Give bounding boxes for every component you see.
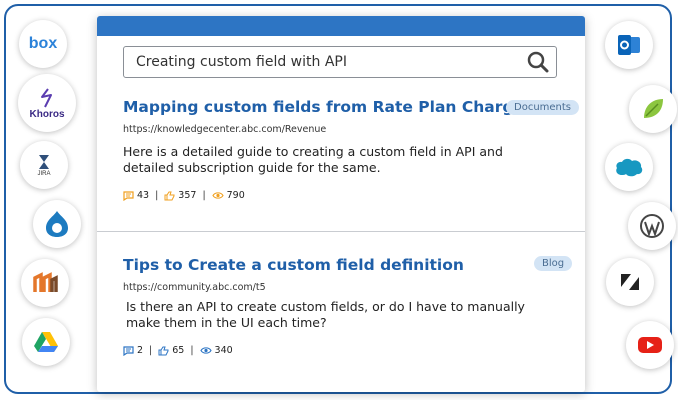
result-description: Here is a detailed guide to creating a c…	[123, 144, 503, 175]
comment-count: 43	[137, 190, 150, 201]
view-count: 340	[214, 345, 233, 356]
outlook-icon[interactable]	[605, 21, 653, 69]
result-stats: 2 | 65 | 340	[123, 345, 573, 356]
khoros-logo-icon	[41, 87, 52, 107]
result-divider	[97, 231, 585, 232]
google-drive-icon[interactable]	[22, 318, 70, 366]
search-box	[123, 46, 557, 78]
drupal-icon[interactable]	[33, 200, 81, 248]
result-stats: 43 | 357 | 790	[123, 190, 573, 201]
card-header-bar	[97, 16, 585, 36]
result-item: Tips to Create a custom field definition…	[123, 256, 573, 356]
search-input[interactable]	[124, 47, 520, 77]
box-icon[interactable]: box	[19, 20, 67, 68]
search-icon	[527, 51, 549, 73]
result-item: Mapping custom fields from Rate Plan Cha…	[123, 98, 573, 201]
comment-icon	[123, 190, 134, 201]
wordpress-icon[interactable]	[628, 202, 676, 250]
search-card: Mapping custom fields from Rate Plan Cha…	[97, 16, 585, 392]
thumbs-up-icon	[164, 191, 175, 200]
youtube-icon[interactable]	[626, 321, 674, 369]
eye-icon	[212, 192, 224, 199]
search-button[interactable]	[520, 47, 556, 77]
result-description: Is there an API to create custom fields,…	[126, 299, 525, 330]
zendesk-icon[interactable]	[606, 258, 654, 306]
comment-icon	[123, 345, 134, 356]
eye-icon	[199, 347, 212, 354]
like-count: 65	[172, 345, 185, 356]
magento-icon[interactable]	[21, 259, 69, 307]
thumbs-up-icon	[158, 346, 169, 355]
view-count: 790	[226, 190, 245, 201]
result-tag[interactable]: Blog	[534, 256, 573, 271]
result-title[interactable]: Tips to Create a custom field definition	[123, 256, 573, 274]
result-tag[interactable]: Documents	[506, 100, 580, 115]
result-url[interactable]: https://community.abc.com/t5	[123, 282, 573, 293]
jira-icon[interactable]: JIRA	[20, 141, 68, 189]
khoros-icon[interactable]: Khoros	[18, 74, 76, 132]
leaf-app-icon[interactable]	[629, 85, 677, 133]
salesforce-icon[interactable]	[605, 143, 653, 191]
comment-count: 2	[137, 345, 144, 356]
like-count: 357	[178, 190, 197, 201]
result-url[interactable]: https://knowledgecenter.abc.com/Revenue	[123, 124, 573, 135]
